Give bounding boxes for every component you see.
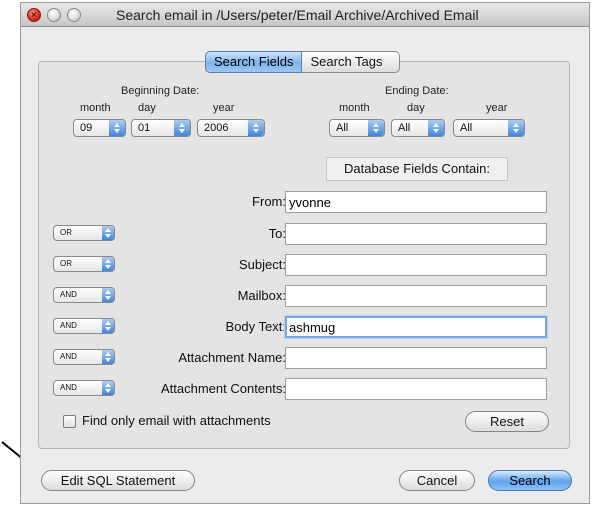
to-operator-value: OR — [60, 228, 72, 237]
database-fields-header: Database Fields Contain: — [326, 157, 508, 181]
search-dialog-window: × Search email in /Users/peter/Email Arc… — [20, 2, 590, 504]
updown-arrows-icon — [428, 120, 444, 136]
beginning-date-label: Beginning Date: — [121, 85, 200, 97]
ending-day-value: All — [398, 122, 411, 134]
ending-date-label: Ending Date: — [385, 85, 449, 97]
body-text-operator-value: AND — [60, 321, 77, 330]
cancel-button[interactable]: Cancel — [399, 470, 475, 491]
updown-arrows-icon — [248, 120, 264, 136]
attachment-name-field[interactable] — [285, 347, 547, 369]
body-text-operator-select[interactable]: AND — [53, 318, 115, 334]
beginning-month-value: 09 — [80, 122, 93, 134]
close-window-icon[interactable]: × — [27, 8, 41, 22]
edit-sql-button[interactable]: Edit SQL Statement — [41, 470, 195, 491]
beginning-month-label: month — [80, 102, 111, 114]
updown-arrows-icon — [508, 120, 524, 136]
ending-day-label: day — [407, 102, 425, 114]
updown-arrows-icon — [102, 257, 114, 271]
subject-label: Subject: — [239, 257, 286, 272]
to-label: To: — [268, 226, 286, 241]
from-field[interactable] — [285, 191, 547, 213]
attachment-contents-operator-select[interactable]: AND — [53, 380, 115, 396]
subject-field[interactable] — [285, 254, 547, 276]
body-text-label: Body Text: — [225, 319, 286, 334]
to-field[interactable] — [285, 223, 547, 245]
tab-bar: Search Fields Search Tags — [205, 51, 400, 73]
tab-search-tags[interactable]: Search Tags — [302, 51, 400, 73]
mailbox-operator-value: AND — [60, 290, 77, 299]
beginning-day-value: 01 — [138, 122, 151, 134]
updown-arrows-icon — [102, 288, 114, 302]
mailbox-operator-select[interactable]: AND — [53, 287, 115, 303]
attachments-only-label: Find only email with attachments — [82, 413, 271, 428]
attachments-only-checkbox[interactable] — [63, 415, 76, 428]
from-label: From: — [252, 194, 286, 209]
updown-arrows-icon — [368, 120, 384, 136]
updown-arrows-icon — [109, 120, 125, 136]
ending-day-select[interactable]: All — [391, 119, 445, 137]
updown-arrows-icon — [102, 381, 114, 395]
to-operator-select[interactable]: OR — [53, 225, 115, 241]
beginning-year-label: year — [213, 102, 235, 114]
ending-month-select[interactable]: All — [329, 119, 385, 137]
search-button[interactable]: Search — [488, 470, 572, 491]
updown-arrows-icon — [102, 319, 114, 333]
ending-year-value: All — [460, 122, 473, 134]
updown-arrows-icon — [174, 120, 190, 136]
tab-search-fields[interactable]: Search Fields — [205, 51, 303, 73]
body-text-field[interactable] — [285, 316, 547, 338]
ending-month-label: month — [339, 102, 370, 114]
attachment-contents-operator-value: AND — [60, 383, 77, 392]
attachment-name-operator-select[interactable]: AND — [53, 349, 115, 365]
minimize-window-icon[interactable] — [47, 8, 61, 22]
beginning-year-select[interactable]: 2006 — [197, 119, 265, 137]
mailbox-label: Mailbox: — [237, 288, 286, 303]
attachment-name-operator-value: AND — [60, 352, 77, 361]
title-bar: × Search email in /Users/peter/Email Arc… — [21, 3, 589, 27]
zoom-window-icon[interactable] — [67, 8, 81, 22]
beginning-day-label: day — [138, 102, 156, 114]
beginning-month-select[interactable]: 09 — [73, 119, 126, 137]
ending-year-label: year — [486, 102, 508, 114]
ending-year-select[interactable]: All — [453, 119, 525, 137]
attachment-contents-field[interactable] — [285, 378, 547, 400]
window-title: Search email in /Users/peter/Email Archi… — [116, 7, 479, 23]
beginning-day-select[interactable]: 01 — [131, 119, 191, 137]
attachment-name-label: Attachment Name: — [178, 350, 286, 365]
reset-button[interactable]: Reset — [465, 411, 549, 432]
subject-operator-select[interactable]: OR — [53, 256, 115, 272]
attachment-contents-label: Attachment Contents: — [160, 381, 286, 396]
mailbox-field[interactable] — [285, 285, 547, 307]
updown-arrows-icon — [102, 226, 114, 240]
updown-arrows-icon — [102, 350, 114, 364]
subject-operator-value: OR — [60, 259, 72, 268]
ending-month-value: All — [336, 122, 349, 134]
beginning-year-value: 2006 — [204, 122, 229, 134]
